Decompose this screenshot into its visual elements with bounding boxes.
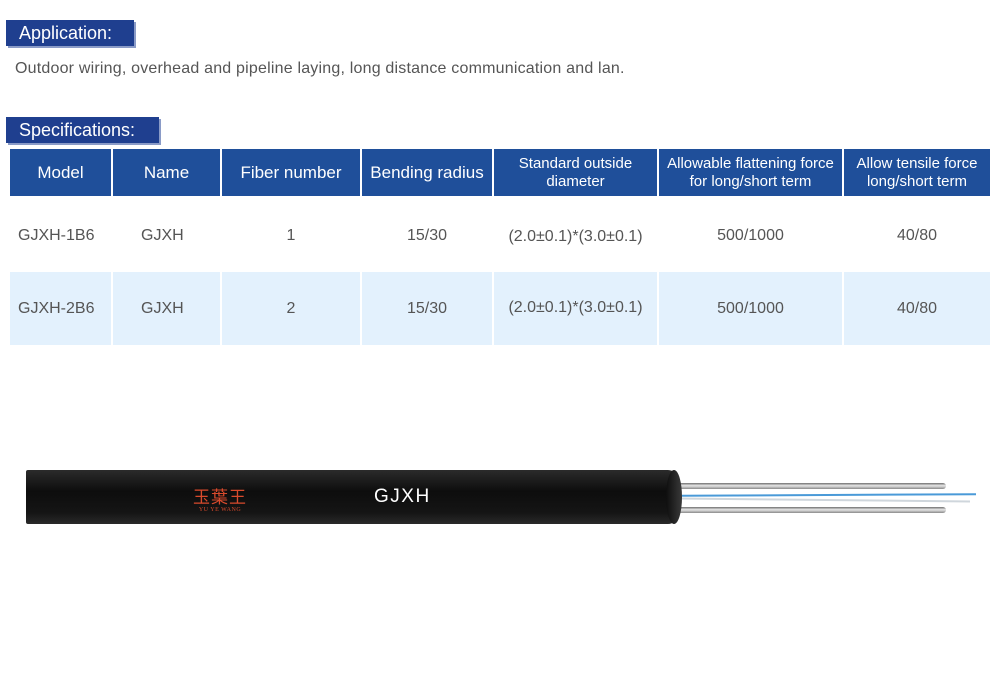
cell-model: GJXH-1B6 <box>10 199 111 272</box>
brand-name: 玉葉王 <box>193 488 247 508</box>
application-text: Outdoor wiring, overhead and pipeline la… <box>15 60 625 77</box>
column-header-model: Model <box>10 149 111 199</box>
table-row: GJXH-2B6 GJXH 2 15/30 (2.0±0.1)*(3.0±0.1… <box>10 272 990 345</box>
column-header-bending-radius: Bending radius <box>362 149 492 199</box>
column-header-outside-diameter: Standard outside diameter <box>494 149 657 199</box>
cell-tensile-force: 40/80 <box>844 272 990 345</box>
cell-name: GJXH <box>113 272 220 345</box>
specifications-table: Model Name Fiber number Bending radius S… <box>8 149 992 345</box>
cell-bending-radius: 15/30 <box>362 272 492 345</box>
cell-bending-radius: 15/30 <box>362 199 492 272</box>
cell-fiber-number: 1 <box>222 199 360 272</box>
column-header-tensile-force: Allow tensile force long/short term <box>844 149 990 199</box>
cell-tensile-force: 40/80 <box>844 199 990 272</box>
table-row: GJXH-1B6 GJXH 1 15/30 (2.0±0.1)*(3.0±0.1… <box>10 199 990 272</box>
column-header-fiber-number: Fiber number <box>222 149 360 199</box>
cable-print-label: GJXH <box>374 486 431 507</box>
cell-name: GJXH <box>113 199 220 272</box>
cable-illustration: 玉葉王 YU YE WANG GJXH <box>26 470 1000 530</box>
specifications-heading: Specifications: <box>6 117 159 143</box>
steel-wire-bottom <box>678 507 946 513</box>
cell-model: GJXH-2B6 <box>10 272 111 345</box>
cell-fiber-number: 2 <box>222 272 360 345</box>
column-header-name: Name <box>113 149 220 199</box>
optical-fiber-white <box>679 497 971 503</box>
steel-wire-top <box>678 483 946 489</box>
table-header-row: Model Name Fiber number Bending radius S… <box>10 149 990 199</box>
brand-subtitle: YU YE WANG <box>198 507 242 513</box>
cell-flattening-force: 500/1000 <box>659 272 842 345</box>
cell-outside-diameter: (2.0±0.1)*(3.0±0.1) <box>494 199 657 272</box>
column-header-flattening-force: Allowable flattening force for long/short… <box>659 149 842 199</box>
brand-logo: 玉葉王 YU YE WANG <box>193 483 247 513</box>
cable-cut-end <box>666 470 682 524</box>
cable-jacket <box>26 470 678 524</box>
optical-fiber-blue <box>679 493 977 497</box>
application-heading: Application: <box>6 20 134 46</box>
cell-outside-diameter: (2.0±0.1)*(3.0±0.1) <box>494 272 657 345</box>
cell-flattening-force: 500/1000 <box>659 199 842 272</box>
